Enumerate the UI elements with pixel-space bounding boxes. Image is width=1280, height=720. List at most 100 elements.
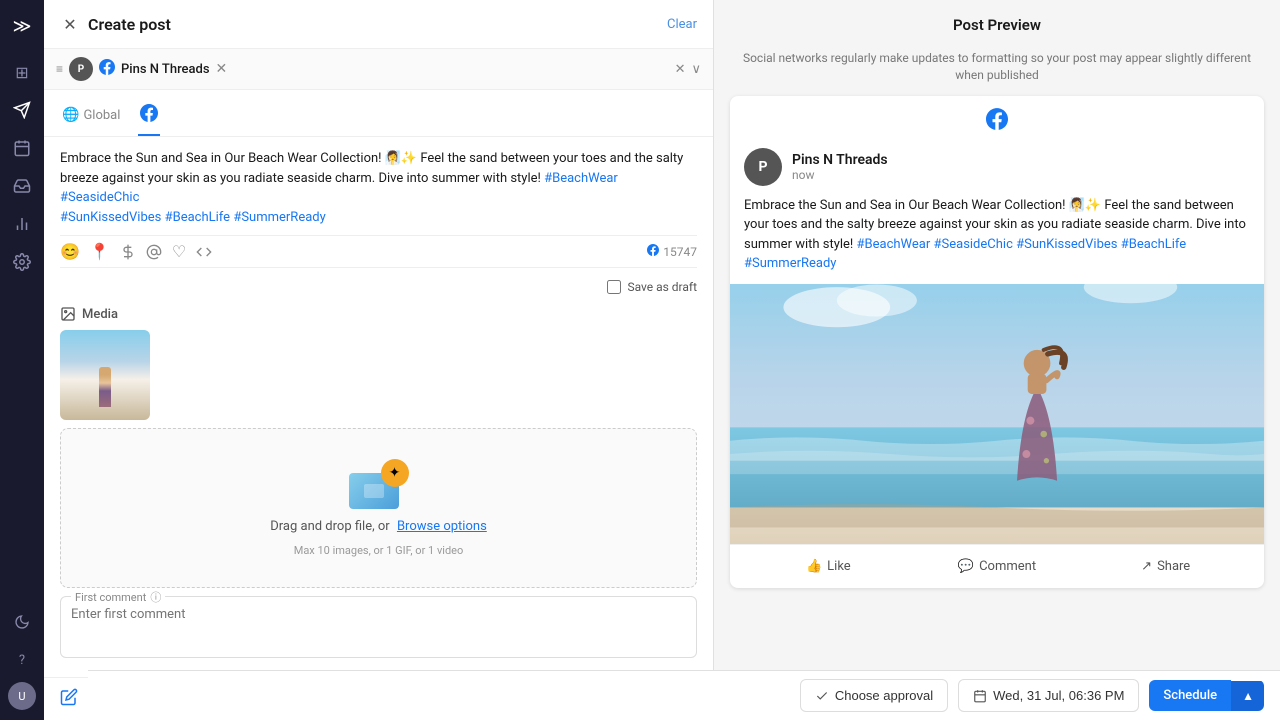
- schedule-button[interactable]: Schedule ▲: [1149, 680, 1264, 711]
- comment-label: Comment: [979, 559, 1036, 574]
- preview-time: now: [792, 168, 888, 182]
- tab-facebook[interactable]: [138, 98, 160, 136]
- preview-card-header: P Pins N Threads now: [730, 148, 1264, 196]
- char-count: 15747: [647, 244, 697, 259]
- preview-account-info: Pins N Threads now: [792, 152, 888, 182]
- expand-icon[interactable]: ≡: [56, 62, 63, 76]
- comment-action[interactable]: 💬 Comment: [913, 553, 1082, 580]
- hashtag-beachwear[interactable]: #BeachWear: [544, 171, 618, 186]
- comment-icon: 💬: [958, 559, 974, 574]
- moon-icon[interactable]: [6, 606, 38, 638]
- calendar-icon[interactable]: [6, 132, 38, 164]
- account-bar: ≡ P Pins N Threads ✕ ✕ ∨: [44, 49, 713, 90]
- schedule-date-button[interactable]: Wed, 31 Jul, 06:36 PM: [958, 679, 1139, 712]
- schedule-main-label: Schedule: [1149, 680, 1231, 711]
- panel-header: ✕ Create post Clear: [44, 0, 713, 49]
- send-icon[interactable]: [6, 94, 38, 126]
- preview-notice: Social networks regularly make updates t…: [714, 50, 1280, 96]
- account-avatar: P: [69, 57, 93, 81]
- preview-panel: Post Preview Social networks regularly m…: [714, 0, 1280, 720]
- grid-icon[interactable]: ⊞: [6, 56, 38, 88]
- preview-avatar: P: [744, 148, 782, 186]
- hashtag-summerready[interactable]: #SummerReady: [233, 210, 325, 225]
- edit-bottom-icon[interactable]: [60, 688, 78, 710]
- logo-icon[interactable]: ≫: [6, 10, 38, 42]
- preview-hashtag-seasidechic[interactable]: #SeasideChic: [934, 237, 1013, 252]
- preview-hashtag-beachlife[interactable]: #BeachLife: [1121, 237, 1186, 252]
- draft-row: Save as draft: [60, 276, 697, 298]
- share-icon: ↗: [1141, 559, 1152, 574]
- preview-actions: 👍 Like 💬 Comment ↗ Share: [730, 544, 1264, 588]
- fb-icon-count: [647, 244, 659, 259]
- date-label: Wed, 31 Jul, 06:36 PM: [993, 688, 1124, 703]
- preview-account-name: Pins N Threads: [792, 152, 888, 168]
- save-as-draft-checkbox[interactable]: [607, 280, 621, 294]
- global-bottom-bar: Choose approval Wed, 31 Jul, 06:36 PM Sc…: [88, 670, 1280, 720]
- expand-accounts-icon[interactable]: ∨: [691, 62, 701, 77]
- media-label: Media: [82, 307, 118, 322]
- first-comment-section: First comment ⓘ: [60, 596, 697, 658]
- preview-hashtag-beachwear[interactable]: #BeachWear: [857, 237, 931, 252]
- drop-hint: Max 10 images, or 1 GIF, or 1 video: [294, 544, 464, 557]
- first-comment-input[interactable]: [71, 607, 686, 643]
- left-sidebar: ≫ ⊞: [0, 0, 44, 720]
- preview-hashtag-sunkissed[interactable]: #SunKissedVibes: [1016, 237, 1117, 252]
- fb-tab-icon: [140, 104, 158, 126]
- toolbar-icons-group: 😊 📍 ♡: [60, 242, 212, 261]
- code-icon[interactable]: [196, 244, 212, 260]
- browse-options-link[interactable]: Browse options: [397, 519, 487, 534]
- heart-icon[interactable]: ♡: [172, 242, 186, 261]
- like-icon: 👍: [806, 559, 822, 574]
- media-thumbnails: [60, 330, 697, 420]
- dollar-icon[interactable]: [120, 244, 136, 260]
- approval-icon: [815, 689, 829, 703]
- like-action[interactable]: 👍 Like: [744, 553, 913, 580]
- chart-icon[interactable]: [6, 208, 38, 240]
- hashtag-sunkissed[interactable]: #SunKissedVibes: [60, 210, 161, 225]
- approval-label: Choose approval: [835, 688, 933, 703]
- calendar-icon: [973, 689, 987, 703]
- location-icon[interactable]: 📍: [90, 242, 110, 261]
- drop-zone[interactable]: ✦ Drag and drop file, or Browse options …: [60, 428, 697, 588]
- first-comment-info-icon[interactable]: ⓘ: [150, 589, 161, 605]
- clear-button[interactable]: Clear: [667, 17, 697, 32]
- preview-card: P Pins N Threads now Embrace the Sun and…: [730, 96, 1264, 588]
- share-label: Share: [1157, 559, 1190, 574]
- editor-toolbar: 😊 📍 ♡ 1574: [60, 235, 697, 268]
- close-all-icon[interactable]: ✕: [675, 62, 686, 77]
- preview-title: Post Preview: [714, 0, 1280, 50]
- preview-fb-icon: [730, 96, 1264, 148]
- char-count-value: 15747: [663, 245, 697, 259]
- hashtag-beachlife[interactable]: #BeachLife: [165, 210, 230, 225]
- help-icon[interactable]: ?: [6, 644, 38, 676]
- account-name: Pins N Threads: [121, 62, 210, 77]
- post-tabs: 🌐 Global: [44, 90, 713, 137]
- preview-post-text: Embrace the Sun and Sea in Our Beach Wea…: [730, 196, 1264, 284]
- drop-text: Drag and drop file, or Browse options: [270, 519, 487, 534]
- inbox-icon[interactable]: [6, 170, 38, 202]
- media-thumb-1[interactable]: [60, 330, 150, 420]
- share-action[interactable]: ↗ Share: [1081, 553, 1250, 580]
- account-remove-button[interactable]: ✕: [216, 61, 228, 77]
- media-section: Media ✦: [60, 306, 697, 588]
- post-text-content[interactable]: Embrace the Sun and Sea in Our Beach Wea…: [60, 149, 697, 227]
- mention-icon[interactable]: [146, 244, 162, 260]
- choose-approval-button[interactable]: Choose approval: [800, 679, 948, 712]
- like-label: Like: [827, 559, 851, 574]
- emoji-icon[interactable]: 😊: [60, 242, 80, 261]
- settings-icon[interactable]: [6, 246, 38, 278]
- save-as-draft-label: Save as draft: [627, 280, 697, 294]
- globe-icon: 🌐: [62, 107, 79, 123]
- content-area: Embrace the Sun and Sea in Our Beach Wea…: [44, 137, 713, 677]
- user-avatar[interactable]: U: [8, 682, 36, 710]
- tab-global[interactable]: 🌐 Global: [60, 101, 122, 133]
- close-button[interactable]: ✕: [60, 14, 80, 34]
- preview-hashtag-summerready[interactable]: #SummerReady: [744, 256, 836, 271]
- media-header: Media: [60, 306, 697, 322]
- panel-title: Create post: [88, 15, 171, 34]
- preview-image: [730, 284, 1264, 544]
- schedule-dropdown-arrow[interactable]: ▲: [1231, 681, 1264, 711]
- first-comment-label: First comment ⓘ: [71, 589, 165, 605]
- facebook-platform-icon: [99, 59, 115, 79]
- hashtag-seasidechic[interactable]: #SeasideChic: [60, 190, 139, 205]
